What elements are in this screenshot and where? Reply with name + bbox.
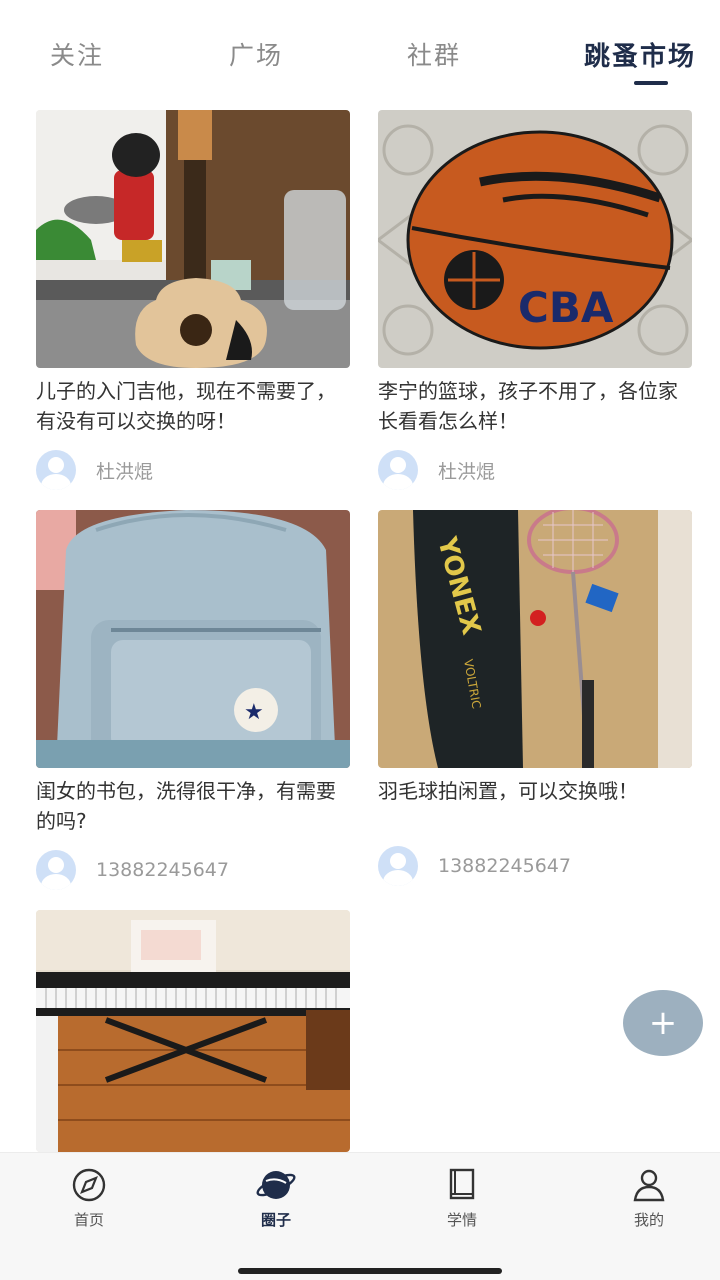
plus-icon: + <box>648 1003 678 1043</box>
svg-text:★: ★ <box>244 700 264 725</box>
author-name: 13882245647 <box>96 859 229 881</box>
bottom-nav: 首页 圈子 学情 我的 <box>0 1152 720 1280</box>
post-card[interactable]: ★ 闺女的书包，洗得很干净，有需要的吗? 13882245647 <box>36 510 350 890</box>
tab-follow[interactable]: 关注 <box>50 36 104 72</box>
planet-icon <box>256 1171 296 1199</box>
post-card[interactable] <box>36 910 350 1152</box>
compass-icon <box>72 1168 106 1202</box>
tab-square[interactable]: 广场 <box>229 36 283 72</box>
nav-circle[interactable]: 圈子 <box>236 1167 316 1230</box>
nav-study[interactable]: 学情 <box>422 1167 502 1230</box>
add-post-button[interactable]: + <box>623 990 703 1056</box>
avatar <box>378 846 418 886</box>
post-image-backpack[interactable]: ★ <box>36 510 350 768</box>
post-card[interactable]: 儿子的入门吉他，现在不需要了，有没有可以交换的呀！ 杜洪焜 <box>36 110 350 490</box>
author-name: 杜洪焜 <box>438 460 496 483</box>
post-description: 儿子的入门吉他，现在不需要了，有没有可以交换的呀！ <box>36 379 336 433</box>
svg-text:CBA: CBA <box>518 283 614 332</box>
nav-home[interactable]: 首页 <box>49 1167 129 1230</box>
post-card[interactable]: CBA 李宁的篮球，孩子不用了，各位家长看看怎么样！ 杜洪焜 <box>378 110 692 490</box>
book-icon <box>449 1168 475 1200</box>
nav-label: 圈子 <box>260 1211 291 1229</box>
post-description: 羽毛球拍闲置，可以交换哦！ <box>378 779 638 803</box>
post-image-basketball[interactable]: CBA <box>378 110 692 368</box>
post-description: 李宁的篮球，孩子不用了，各位家长看看怎么样！ <box>378 379 678 433</box>
user-icon <box>633 1169 665 1202</box>
post-description: 闺女的书包，洗得很干净，有需要的吗? <box>36 779 336 833</box>
post-author[interactable]: 杜洪焜 <box>378 450 495 490</box>
post-card[interactable]: YONEX VOLTRIC 羽毛球拍闲置，可以交换哦！ 13882245647 <box>378 510 692 890</box>
avatar <box>378 450 418 490</box>
active-tab-indicator <box>634 81 668 85</box>
post-author[interactable]: 杜洪焜 <box>36 450 153 490</box>
post-image-keyboard-piano[interactable] <box>36 910 350 1152</box>
avatar <box>36 850 76 890</box>
author-name: 13882245647 <box>438 855 571 877</box>
nav-label: 我的 <box>633 1211 664 1229</box>
avatar <box>36 450 76 490</box>
post-image-badminton-racket[interactable]: YONEX VOLTRIC <box>378 510 692 768</box>
post-image-guitar[interactable] <box>36 110 350 368</box>
post-author[interactable]: 13882245647 <box>378 846 571 886</box>
top-tab-bar: 关注 广场 社群 跳蚤市场 <box>0 0 720 100</box>
tab-flea-market[interactable]: 跳蚤市场 <box>584 36 696 73</box>
nav-label: 首页 <box>73 1211 104 1229</box>
home-indicator <box>238 1268 502 1274</box>
tab-community[interactable]: 社群 <box>407 36 461 72</box>
author-name: 杜洪焜 <box>96 460 154 483</box>
nav-label: 学情 <box>446 1211 477 1229</box>
nav-mine[interactable]: 我的 <box>609 1167 689 1230</box>
post-author[interactable]: 13882245647 <box>36 850 229 890</box>
